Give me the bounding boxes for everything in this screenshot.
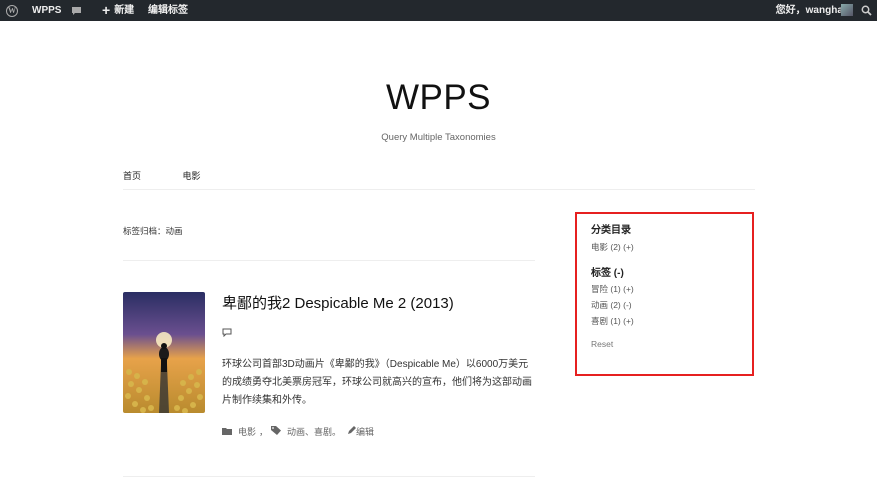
post-excerpt: 环球公司首部3D动画片《卑鄙的我》（Despicable Me）以6000万美元…: [222, 359, 532, 406]
post-title-link[interactable]: 卑鄙的我2 Despicable Me 2 (2013): [222, 292, 454, 313]
comment-bubble-icon[interactable]: [222, 328, 232, 339]
divider: [123, 260, 535, 261]
primary-nav: 首页 电影: [123, 169, 240, 182]
divider: [123, 476, 535, 477]
reset-link[interactable]: Reset: [591, 339, 613, 349]
search-icon[interactable]: [861, 0, 872, 21]
tag-filter-item[interactable]: 动画 (2) (-): [591, 299, 632, 311]
tag-filter-item[interactable]: 喜剧 (1) (+): [591, 315, 634, 327]
nav-item-home[interactable]: 首页: [123, 171, 141, 181]
new-content-button[interactable]: + 新建: [102, 0, 134, 21]
post-thumbnail[interactable]: [123, 292, 205, 413]
tag-links[interactable]: 动画、喜剧。: [287, 425, 341, 438]
edit-post-link[interactable]: 编辑: [356, 425, 374, 438]
avatar[interactable]: [841, 4, 853, 16]
comment-bubble-icon[interactable]: [71, 0, 82, 21]
site-tagline: Query Multiple Taxonomies: [381, 132, 496, 143]
nav-divider: [123, 189, 755, 190]
archive-title: 标签归档：动画: [123, 226, 183, 236]
tag-icon: [271, 426, 282, 437]
plus-icon: +: [102, 2, 111, 18]
tag-filter-item[interactable]: 冒险 (1) (+): [591, 283, 634, 295]
nav-item-movies[interactable]: 电影: [183, 171, 201, 181]
admin-bar: W WPPS + 新建 编辑标签 您好，wanghao: [0, 0, 877, 21]
tags-heading[interactable]: 标签 (-): [591, 264, 624, 279]
wordpress-logo-icon[interactable]: W: [6, 0, 18, 21]
new-label: 新建: [114, 5, 135, 16]
edit-tag-link[interactable]: 编辑标签: [148, 0, 188, 21]
category-link[interactable]: 电影: [238, 425, 256, 438]
admin-site-name[interactable]: WPPS: [32, 0, 61, 21]
categories-heading: 分类目录: [591, 225, 631, 236]
pencil-icon: [347, 426, 357, 437]
category-filter-item[interactable]: 电影 (2) (+): [591, 241, 634, 253]
folder-icon: [222, 427, 232, 437]
howdy-user-menu[interactable]: 您好，wanghao: [776, 0, 849, 21]
site-title[interactable]: WPPS: [0, 78, 877, 118]
post-meta: 电影 ， 动画、喜剧。 编辑: [222, 425, 374, 438]
